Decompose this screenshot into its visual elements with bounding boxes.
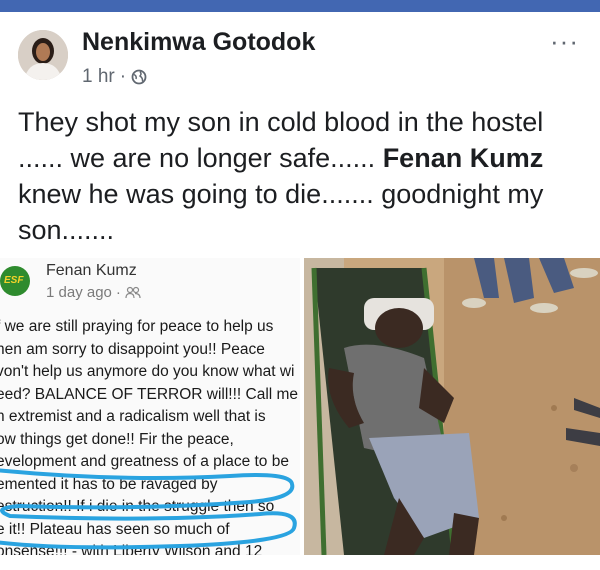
- screenshot-author-name: Fenan Kumz: [46, 262, 137, 279]
- screenshot-line: onsense!!! - with Liberty Wilson and 12: [0, 543, 263, 555]
- avatar[interactable]: [18, 30, 68, 80]
- photo-image: [304, 258, 600, 555]
- victim-photo[interactable]: [304, 258, 600, 555]
- screenshot-line: ow things get done!! Fir the peace,: [0, 430, 234, 448]
- avatar-image: [18, 30, 68, 80]
- post-author-name[interactable]: Nenkimwa Gotodok: [82, 28, 315, 57]
- screenshot-body-text: f we are still praying for peace to help…: [0, 316, 300, 555]
- meta-separator: ·: [115, 284, 121, 301]
- screenshot-line: von't help us anymore do you know what w…: [0, 363, 295, 380]
- tagged-user-link[interactable]: Fenan Kumz: [383, 143, 544, 173]
- post-media-collage[interactable]: ESF Fenan Kumz 1 day ago · f we are stil…: [0, 258, 600, 555]
- screenshot-line: hen am sorry to disappoint you!! Peace: [0, 340, 265, 358]
- screenshot-meta: 1 day ago ·: [46, 284, 141, 301]
- screenshot-line: evelopment and greatness of a place to b…: [0, 453, 289, 470]
- screenshot-line: estruction!! If i die in the struggle th…: [0, 498, 275, 515]
- friends-icon: [125, 286, 141, 299]
- app-header-bar: [0, 0, 600, 12]
- logo-text: ESF: [4, 275, 24, 286]
- post-text: They shot my son in cold blood in the ho…: [18, 104, 588, 248]
- screenshot-line: emented it has to be ravaged by: [0, 475, 218, 493]
- screenshot-line: n extremist and a radicalism well that i…: [0, 408, 266, 425]
- meta-separator: ·: [119, 66, 127, 87]
- screenshot-timestamp: 1 day ago: [46, 284, 112, 301]
- screenshot-line: f we are still praying for peace to help…: [0, 318, 274, 335]
- page-logo: ESF: [0, 266, 30, 296]
- shared-screenshot-image[interactable]: ESF Fenan Kumz 1 day ago · f we are stil…: [0, 258, 300, 555]
- globe-icon[interactable]: [131, 69, 147, 85]
- post-meta: 1 hr ·: [82, 66, 147, 88]
- screenshot-line: eed? BALANCE OF TERROR will!!! Call me: [0, 385, 299, 403]
- post-text-part: knew he was going to die....... goodnigh…: [18, 179, 544, 245]
- post-timestamp[interactable]: 1 hr: [82, 66, 115, 88]
- screenshot-line: e it!! Plateau has seen so much of: [0, 520, 230, 538]
- more-options-button[interactable]: ···: [550, 26, 579, 57]
